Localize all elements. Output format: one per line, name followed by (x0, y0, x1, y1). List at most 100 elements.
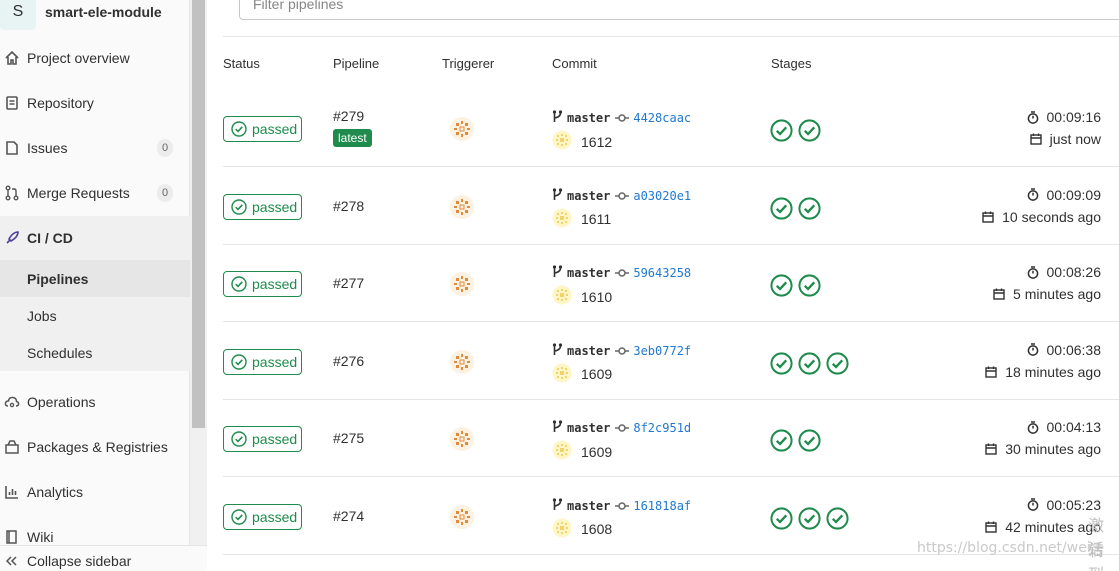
filter-pipelines-input[interactable]: Filter pipelines (239, 0, 1119, 20)
stage-passed-icon[interactable] (798, 119, 821, 142)
stage-passed-icon[interactable] (798, 274, 821, 297)
ci-cd-submenu: Pipelines Jobs Schedules (0, 260, 190, 371)
pipeline-stages (770, 274, 826, 297)
pipeline-id-link[interactable]: #276 (333, 353, 364, 369)
stage-passed-icon[interactable] (770, 351, 793, 375)
sidebar-item-repository[interactable]: Repository (0, 81, 190, 125)
stage-passed-icon[interactable] (826, 351, 849, 375)
pipeline-stages (770, 506, 854, 530)
cloud-icon (2, 394, 22, 410)
check-circle-icon (231, 431, 247, 447)
stage-passed-icon[interactable] (770, 506, 793, 530)
commit-message: 1611 (552, 208, 611, 231)
duration: 00:05:23 (1027, 496, 1102, 513)
branch-name-link[interactable]: master (567, 266, 610, 280)
commit-author-avatar[interactable] (552, 363, 572, 386)
status-badge[interactable]: passed (223, 348, 302, 375)
finished-at: 5 minutes ago (993, 286, 1101, 302)
finished-text: 18 minutes ago (1005, 363, 1101, 380)
project-header[interactable]: S smart-ele-module (0, 0, 162, 36)
sidebar-item-analytics[interactable]: Analytics (0, 470, 190, 514)
sidebar-subitem-pipelines[interactable]: Pipelines (0, 260, 190, 297)
commit-sha-link[interactable]: 161818af (633, 499, 691, 513)
branch-name-link[interactable]: master (567, 189, 610, 203)
stage-passed-icon[interactable] (798, 351, 821, 375)
commit-message: 1609 (552, 363, 612, 386)
sidebar-item-ci-cd[interactable]: CI / CD (0, 216, 190, 260)
duration: 00:09:09 (1027, 186, 1102, 203)
triggerer-avatar[interactable] (449, 504, 475, 533)
stage-passed-icon[interactable] (770, 274, 793, 297)
commit-message: 1610 (552, 285, 612, 308)
stage-passed-icon[interactable] (798, 429, 821, 452)
pipeline-id-link[interactable]: #277 (333, 275, 364, 291)
pipeline-id-link[interactable]: #278 (333, 198, 364, 214)
sidebar-scrollbar[interactable] (190, 0, 207, 571)
commit-sha-link[interactable]: 4428caac (633, 111, 691, 125)
pipeline-id-link[interactable]: #279 (333, 108, 364, 124)
sidebar-item-issues[interactable]: Issues 0 (0, 126, 190, 170)
branch-name-link[interactable]: master (567, 499, 610, 513)
collapse-sidebar-button[interactable]: Collapse sidebar (0, 545, 207, 571)
branch-name-link[interactable]: master (567, 344, 610, 358)
pipelines-main: Filter pipelines Status Pipeline Trigger… (207, 0, 1119, 571)
duration-text: 00:09:16 (1046, 109, 1102, 125)
stage-passed-icon[interactable] (770, 119, 793, 142)
branch-name-link[interactable]: master (567, 111, 610, 125)
commit-title-link[interactable]: 1608 (581, 521, 612, 537)
commit-title-link[interactable]: 1610 (581, 289, 612, 305)
timer-icon (1027, 498, 1039, 511)
table-row: passed #279 latest master 4428caac 1612 … (223, 89, 1119, 167)
check-circle-icon (231, 508, 247, 525)
commit-ref: master 4428caac (552, 110, 691, 126)
commit-author-avatar[interactable] (552, 285, 572, 308)
stage-passed-icon[interactable] (770, 429, 793, 452)
stage-passed-icon[interactable] (826, 506, 849, 530)
commit-author-avatar[interactable] (552, 130, 572, 153)
scrollbar-thumb[interactable] (192, 0, 205, 428)
sidebar-item-merge-requests[interactable]: Merge Requests 0 (0, 171, 190, 215)
duration-text: 00:09:09 (1046, 186, 1102, 203)
triggerer-avatar[interactable] (449, 116, 475, 145)
commit-author-avatar[interactable] (552, 518, 572, 541)
status-badge[interactable]: passed (223, 503, 302, 530)
pipeline-id-link[interactable]: #274 (333, 508, 364, 524)
commit-sha-link[interactable]: 3eb0772f (633, 344, 691, 358)
triggerer-avatar[interactable] (449, 194, 475, 223)
status-badge[interactable]: passed (223, 426, 302, 452)
commit-sha-link[interactable]: a03020e1 (633, 189, 691, 203)
commit-author-avatar[interactable] (552, 440, 572, 463)
branch-name-link[interactable]: master (567, 421, 610, 435)
stage-passed-icon[interactable] (798, 506, 821, 530)
triggerer-avatar[interactable] (449, 426, 475, 455)
sidebar-item-project-overview[interactable]: Project overview (0, 36, 190, 80)
timer-icon (1027, 420, 1039, 434)
commit-title-link[interactable]: 1609 (581, 444, 612, 460)
pipeline-id-link[interactable]: #275 (333, 430, 364, 446)
status-badge[interactable]: passed (223, 193, 302, 220)
status-label: passed (252, 353, 298, 370)
commit-title-link[interactable]: 1609 (581, 366, 612, 382)
sidebar-subitem-jobs[interactable]: Jobs (0, 297, 190, 334)
status-badge[interactable]: passed (223, 116, 302, 142)
timer-icon (1027, 188, 1039, 201)
sidebar-item-packages-registries[interactable]: Packages & Registries (0, 425, 190, 469)
sidebar-item-operations[interactable]: Operations (0, 380, 190, 424)
sidebar-item-label: Operations (27, 394, 96, 410)
triggerer-avatar[interactable] (449, 349, 475, 378)
status-badge[interactable]: passed (223, 271, 302, 297)
check-circle-icon (231, 276, 247, 292)
commit-author-avatar[interactable] (552, 208, 572, 231)
stage-passed-icon[interactable] (798, 196, 821, 220)
commit-title-link[interactable]: 1612 (581, 134, 612, 150)
sidebar-subitem-schedules[interactable]: Schedules (0, 334, 190, 371)
sidebar-item-label: Project overview (27, 50, 130, 66)
column-header-stages: Stages (771, 56, 812, 71)
stage-passed-icon[interactable] (770, 196, 793, 220)
triggerer-avatar[interactable] (449, 271, 475, 300)
commit-sha-link[interactable]: 59643258 (633, 266, 691, 280)
commit-sha-link[interactable]: 8f2c951d (633, 421, 691, 435)
project-name[interactable]: smart-ele-module (45, 4, 162, 20)
commit-title-link[interactable]: 1611 (581, 211, 611, 227)
duration-text: 00:05:23 (1046, 496, 1102, 513)
